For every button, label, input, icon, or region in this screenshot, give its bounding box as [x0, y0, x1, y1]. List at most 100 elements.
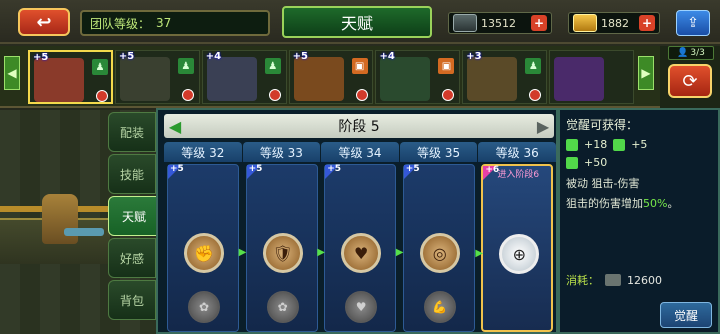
talent-card[interactable]: +5 ✊ ✿: [167, 164, 239, 332]
arm-icon: 💪: [423, 291, 456, 323]
swap-icon: ⟳: [682, 70, 698, 92]
person-icon: 👤: [677, 48, 689, 58]
page-title: 天赋: [282, 6, 432, 38]
tab-3[interactable]: 好感: [108, 238, 156, 278]
gold-value: 1882: [601, 16, 629, 30]
crosshair-icon[interactable]: ⊕: [499, 234, 540, 274]
shield-icon[interactable]: 🛡: [262, 233, 303, 273]
person-icon: ♟: [525, 58, 542, 74]
cost-row: 消耗： 12600: [566, 272, 662, 288]
share-icon: ⇪: [687, 15, 699, 31]
talent-level: 等级 35: [399, 142, 478, 162]
stage-next-button[interactable]: ▶: [532, 114, 554, 138]
person-icon: ♟: [264, 58, 281, 74]
tab-1[interactable]: 技能: [108, 154, 156, 194]
person-icon: ♟: [177, 58, 194, 74]
awaken-button[interactable]: 觉醒: [660, 302, 712, 328]
hero-card[interactable]: +5 ♟: [28, 50, 113, 104]
link-arrow-icon: ▶: [238, 247, 247, 258]
add-gold-button[interactable]: +: [639, 15, 655, 31]
hero-card[interactable]: +3 ♟: [462, 50, 548, 104]
tab-4[interactable]: 背包: [108, 280, 156, 320]
talent-card[interactable]: +5 🛡 ✿ ▶: [239, 164, 318, 332]
desc-prefix: 狙击的伤害增加: [566, 197, 643, 210]
cost-value: 12600: [627, 273, 662, 287]
heart-icon: ♥: [345, 291, 378, 323]
equip-icon: ▣: [351, 58, 368, 74]
hero-stars: +5: [33, 52, 49, 63]
hero-card[interactable]: +5 ▣: [288, 50, 374, 104]
gear-icon: ✿: [266, 291, 299, 323]
hero-stars: +4: [379, 51, 395, 62]
talent-level: 等级 34: [321, 142, 399, 162]
alert-dot-icon: [529, 89, 542, 101]
hero-portrait: [293, 57, 344, 101]
defense-icon: [613, 138, 626, 151]
hero-portrait: [119, 57, 170, 101]
hero-scroll-left-button[interactable]: ◀: [4, 56, 20, 90]
hero-card[interactable]: [549, 50, 635, 104]
talent-card[interactable]: +5 ♥ ♥ ▶: [317, 164, 397, 332]
hero-card[interactable]: +5 ♟: [114, 50, 200, 104]
talent-level: 等级 36: [478, 142, 556, 162]
alert-dot-icon: [181, 89, 194, 101]
talent-column: 等级 35 +5 ◎ 💪 ▶: [396, 142, 478, 332]
hero-card[interactable]: +4 ▣: [375, 50, 461, 104]
hero-weapon: [64, 228, 104, 236]
link-arrow-icon: ▶: [317, 247, 325, 258]
talent-column: 等级 32 +5 ✊ ✿: [164, 142, 242, 332]
target-icon[interactable]: ◎: [419, 233, 460, 273]
talent-bonus: +5: [405, 164, 420, 174]
share-button[interactable]: ⇪: [676, 10, 710, 36]
hero-list: +5 ♟ +5 ♟ +4 ♟ +5 ▣ +4 ▣ +3 ♟: [28, 50, 635, 106]
link-arrow-icon: ▶: [475, 248, 484, 259]
talent-level: 等级 32: [164, 142, 242, 162]
stat-row-2: +50: [566, 156, 712, 169]
talent-column: 等级 34 +5 ♥ ♥ ▶: [317, 142, 399, 332]
talent-card[interactable]: +5 ◎ 💪 ▶: [396, 164, 475, 332]
top-bar: ↩ 团队等级： 37 天赋 13512 + 1882 + ⇪: [0, 0, 720, 44]
team-level-label: 团队等级：: [90, 16, 151, 31]
talent-column: 等级 36 +6 进入阶段6 ⊕ ▶: [475, 142, 556, 332]
talent-panel: ◀ 阶段 5 ▶ 等级 32 +5 ✊ ✿ 等级 33 +5 🛡 ✿ ▶ 等级 34 +5 ♥ ♥ ▶ 等级…: [156, 108, 558, 334]
silver-resource: 13512 +: [448, 12, 552, 34]
heart-icon[interactable]: ♥: [341, 233, 382, 273]
hero-portrait: [554, 57, 605, 101]
advance-label: 进入阶段6: [497, 170, 540, 180]
heart-icon: [566, 156, 578, 169]
talent-column: 等级 33 +5 🛡 ✿ ▶: [239, 142, 321, 332]
attack-icon: [566, 138, 578, 151]
desc-suffix: 。: [667, 197, 679, 210]
side-tabs: 配装 技能 天赋 好感 背包: [108, 110, 160, 334]
stat-defense: +5: [631, 138, 648, 151]
team-level-value: 37: [156, 16, 172, 30]
slot-count: 👤 3/3: [668, 46, 714, 60]
stage-bar: ◀ 阶段 5 ▶: [164, 114, 554, 138]
team-level-panel: 团队等级： 37: [80, 10, 270, 36]
back-button[interactable]: ↩: [18, 8, 70, 36]
talent-card[interactable]: +6 进入阶段6 ⊕ ▶: [475, 164, 554, 332]
hero-portrait: [206, 57, 257, 101]
fist-icon[interactable]: ✊: [184, 233, 224, 273]
tab-0[interactable]: 配装: [108, 112, 156, 152]
talent-columns: 等级 32 +5 ✊ ✿ 等级 33 +5 🛡 ✿ ▶ 等级 34 +5 ♥ ♥ ▶ 等级 35 +5 ◎ 💪 ▶ 等…: [164, 142, 556, 332]
switch-team-button[interactable]: ⟳: [668, 64, 712, 98]
hero-strip: ◀ +5 ♟ +5 ♟ +4 ♟ +5 ▣ +4 ▣ +3 ♟ ▶ 👤 3/3 ⟳: [0, 46, 720, 108]
silver-value: 13512: [481, 16, 516, 30]
gear-icon: ✿: [188, 291, 220, 323]
stage-label: 阶段 5: [338, 119, 380, 135]
slot-count-value: 3/3: [690, 48, 705, 58]
add-silver-button[interactable]: +: [531, 15, 547, 31]
hero-scroll-right-button[interactable]: ▶: [638, 56, 654, 90]
tab-2[interactable]: 天赋: [108, 196, 160, 236]
desc-value: 50%: [643, 197, 668, 210]
talent-level: 等级 33: [242, 142, 321, 162]
stat-attack: +18: [584, 138, 608, 151]
slot-panel: 👤 3/3 ⟳: [660, 46, 720, 108]
person-icon: ♟: [92, 59, 108, 75]
link-arrow-icon: ▶: [395, 247, 404, 258]
stage-prev-button[interactable]: ◀: [164, 114, 186, 138]
hero-card[interactable]: +4 ♟: [201, 50, 287, 104]
awaken-title: 觉醒可获得：: [566, 118, 639, 132]
passive-description: 狙击的伤害增加50%。: [566, 195, 712, 211]
